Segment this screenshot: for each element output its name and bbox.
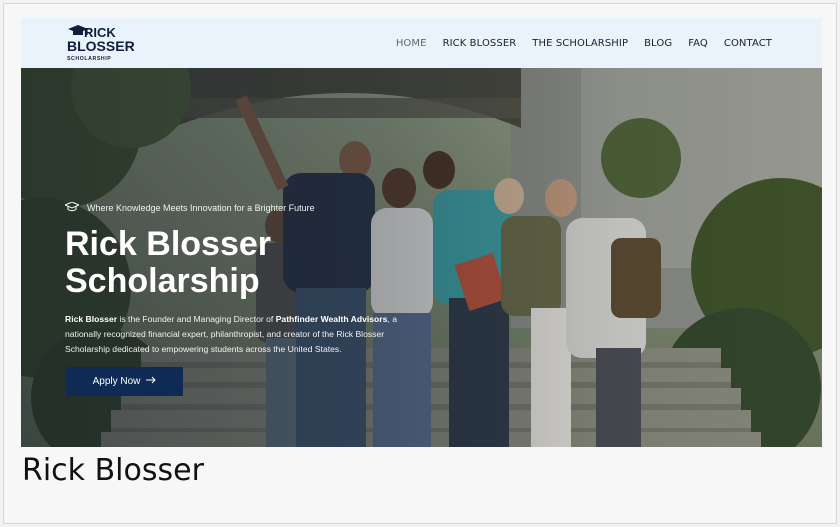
desc-part1: is the Founder and Managing Director of <box>117 314 276 324</box>
desc-company: Pathfinder Wealth Advisors <box>275 314 388 324</box>
arrow-right-icon <box>146 376 157 387</box>
logo-line3: SCHOLARSHIP <box>67 56 111 62</box>
tagline-text: Where Knowledge Meets Innovation for a B… <box>87 203 315 213</box>
apply-now-label: Apply Now <box>92 376 141 387</box>
nav-faq[interactable]: FAQ <box>688 38 708 49</box>
desc-name: Rick Blosser <box>65 314 118 324</box>
main-nav: HOME RICK BLOSSER THE SCHOLARSHIP BLOG F… <box>396 18 772 68</box>
graduation-cap-icon <box>63 201 81 214</box>
apply-now-button[interactable]: Apply Now <box>66 367 183 396</box>
nav-the-scholarship[interactable]: THE SCHOLARSHIP <box>532 38 628 49</box>
site-header: RICK BLOSSER SCHOLARSHIP HOME RICK BLOSS… <box>21 18 822 68</box>
hero-section: Where Knowledge Meets Innovation for a B… <box>21 68 822 447</box>
site-logo[interactable]: RICK BLOSSER SCHOLARSHIP <box>66 23 136 63</box>
hero-title-line1: Rick Blosser <box>65 225 271 263</box>
nav-blog[interactable]: BLOG <box>644 38 672 49</box>
hero-title-line2: Scholarship <box>65 262 260 300</box>
nav-home[interactable]: HOME <box>396 38 427 49</box>
hero-title: Rick Blosser Scholarship <box>65 226 365 300</box>
nav-contact[interactable]: CONTACT <box>724 38 772 49</box>
logo-graphic: RICK BLOSSER SCHOLARSHIP <box>67 25 135 62</box>
nav-rick-blosser[interactable]: RICK BLOSSER <box>443 38 517 49</box>
hero-tagline: Where Knowledge Meets Innovation for a B… <box>63 201 315 214</box>
logo-line2: BLOSSER <box>67 38 135 54</box>
hero-description: Rick Blosser is the Founder and Managing… <box>65 312 415 357</box>
page-caption: Rick Blosser <box>22 453 204 488</box>
